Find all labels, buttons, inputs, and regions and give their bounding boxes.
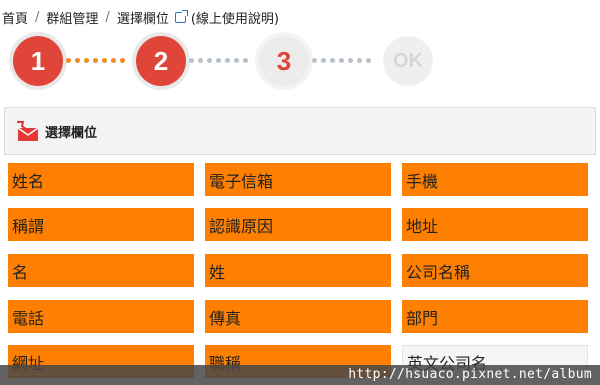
- field-option[interactable]: 傳真: [205, 300, 391, 333]
- breadcrumb-separator: /: [105, 9, 110, 25]
- progress-dots-1: [66, 58, 125, 64]
- help-link[interactable]: (線上使用說明): [191, 8, 279, 27]
- panel-header: 選擇欄位: [4, 107, 596, 155]
- mail-icon: [15, 120, 41, 142]
- breadcrumb-current: 選擇欄位: [116, 11, 169, 27]
- field-option[interactable]: 認識原因: [205, 208, 391, 241]
- step-progress: 1 2 3 OK: [0, 33, 600, 89]
- field-option[interactable]: 手機: [402, 163, 588, 196]
- field-option[interactable]: 公司名稱: [402, 254, 588, 287]
- step-3: 3: [259, 36, 309, 86]
- watermark-url: http://hsuaco.pixnet.net/album: [348, 367, 592, 382]
- field-option[interactable]: 地址: [402, 208, 588, 241]
- breadcrumb-home[interactable]: 首頁: [2, 8, 28, 27]
- field-option[interactable]: 姓名: [8, 163, 194, 196]
- breadcrumb-group-manage[interactable]: 群組管理: [46, 8, 98, 27]
- external-link-icon[interactable]: [174, 9, 188, 23]
- step-1: 1: [13, 36, 63, 86]
- field-option[interactable]: 電話: [8, 300, 194, 333]
- progress-dots-2: [189, 58, 248, 64]
- step-2: 2: [136, 36, 186, 86]
- field-option[interactable]: 稱謂: [8, 208, 194, 241]
- breadcrumb: 首頁 / 群組管理 / 選擇欄位 (線上使用說明): [2, 6, 279, 28]
- panel-title: 選擇欄位: [45, 125, 98, 141]
- progress-dots-3: [312, 58, 371, 64]
- watermark-bar: http://hsuaco.pixnet.net/album: [0, 365, 600, 385]
- field-option[interactable]: 姓: [205, 254, 391, 287]
- field-option[interactable]: 電子信箱: [205, 163, 391, 196]
- breadcrumb-separator: /: [35, 9, 40, 25]
- step-ok: OK: [383, 36, 433, 86]
- field-option[interactable]: 部門: [402, 300, 588, 333]
- field-option[interactable]: 名: [8, 254, 194, 287]
